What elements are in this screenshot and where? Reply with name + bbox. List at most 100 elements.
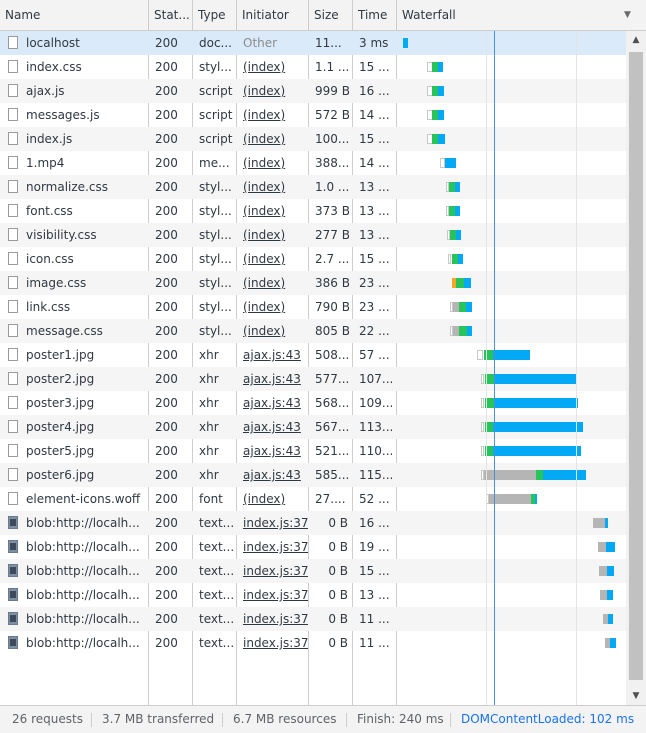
cell-name[interactable]: blob:http://localh... <box>0 583 148 607</box>
cell-name[interactable]: visibility.css <box>0 223 148 247</box>
waterfall-bar-blue[interactable] <box>494 398 578 408</box>
sort-descending-icon[interactable]: ▼ <box>624 0 631 30</box>
waterfall-bar-blue[interactable] <box>467 326 472 336</box>
waterfall-bar-blue[interactable] <box>464 278 471 288</box>
waterfall-bar-wait[interactable] <box>599 566 607 576</box>
cell-name[interactable]: index.js <box>0 127 148 151</box>
cell-initiator[interactable]: index.js:37 <box>237 535 308 559</box>
cell-name[interactable]: poster3.jpg <box>0 391 148 415</box>
waterfall-bar-hollow[interactable] <box>481 398 484 408</box>
waterfall-bar-green[interactable] <box>459 302 466 312</box>
table-row[interactable]: blob:http://localh... 200 text... index.js:… <box>0 631 626 655</box>
table-row[interactable]: icon.css 200 styl... (index) 2.7 ... 15 ... <box>0 247 626 271</box>
waterfall-bar-green[interactable] <box>456 278 464 288</box>
cell-name[interactable]: poster4.jpg <box>0 415 148 439</box>
waterfall-bar-blue[interactable] <box>455 206 460 216</box>
cell-initiator[interactable]: (index) <box>237 175 308 199</box>
waterfall-bar-blue[interactable] <box>438 134 445 144</box>
table-row[interactable]: poster2.jpg 200 xhr ajax.js:43 577... 107... <box>0 367 626 391</box>
waterfall-bar-hollow[interactable] <box>481 446 484 456</box>
cell-initiator[interactable]: ajax.js:43 <box>237 343 308 367</box>
waterfall-bar-blue[interactable] <box>607 566 614 576</box>
cell-initiator[interactable]: (index) <box>237 79 308 103</box>
waterfall-bar-blue[interactable] <box>466 302 472 312</box>
cell-name[interactable]: 1.mp4 <box>0 151 148 175</box>
cell-name[interactable]: icon.css <box>0 247 148 271</box>
cell-name[interactable]: message.css <box>0 319 148 343</box>
cell-initiator[interactable]: (index) <box>237 199 308 223</box>
cell-initiator[interactable]: ajax.js:43 <box>237 415 308 439</box>
table-row[interactable]: ajax.js 200 script (index) 999 B 16 ... <box>0 79 626 103</box>
waterfall-bar-blue[interactable] <box>445 158 456 168</box>
cell-initiator[interactable]: (index) <box>237 319 308 343</box>
table-row[interactable]: blob:http://localh... 200 text... index.js:… <box>0 511 626 535</box>
waterfall-bar-wait[interactable] <box>489 494 531 504</box>
waterfall-bar-blue[interactable] <box>607 590 613 600</box>
table-row[interactable]: element-icons.woff 200 font (index) 27.... 52… <box>0 487 626 511</box>
cell-name[interactable]: messages.js <box>0 103 148 127</box>
table-row[interactable]: poster3.jpg 200 xhr ajax.js:43 568... 109... <box>0 391 626 415</box>
waterfall-bar-blue[interactable] <box>535 494 537 504</box>
waterfall-bar-wait[interactable] <box>593 518 605 528</box>
waterfall-bar-hollow[interactable] <box>481 422 484 432</box>
cell-initiator[interactable]: ajax.js:43 <box>237 391 308 415</box>
cell-name[interactable]: poster1.jpg <box>0 343 148 367</box>
cell-initiator[interactable]: (index) <box>237 487 308 511</box>
table-row[interactable]: message.css 200 styl... (index) 805 B 22 ... <box>0 319 626 343</box>
waterfall-bar-hollow[interactable] <box>481 374 484 384</box>
waterfall-bar-blue[interactable] <box>494 374 577 384</box>
table-row[interactable]: normalize.css 200 styl... (index) 1.0 ... 13 … <box>0 175 626 199</box>
cell-name[interactable]: font.css <box>0 199 148 223</box>
cell-initiator[interactable]: index.js:37 <box>237 631 308 655</box>
cell-initiator[interactable]: (index) <box>237 127 308 151</box>
table-row[interactable]: blob:http://localh... 200 text... index.js:… <box>0 535 626 559</box>
waterfall-bar-blue[interactable] <box>456 230 461 240</box>
waterfall-bar-blue[interactable] <box>610 638 616 648</box>
table-row[interactable]: poster4.jpg 200 xhr ajax.js:43 567... 113... <box>0 415 626 439</box>
waterfall-bar-wait[interactable] <box>600 590 607 600</box>
table-row[interactable]: messages.js 200 script (index) 572 B 14 ... <box>0 103 626 127</box>
table-row[interactable]: link.css 200 styl... (index) 790 B 23 ... <box>0 295 626 319</box>
cell-name[interactable]: normalize.css <box>0 175 148 199</box>
table-row[interactable]: visibility.css 200 styl... (index) 277 B 13 .… <box>0 223 626 247</box>
cell-initiator[interactable]: ajax.js:43 <box>237 439 308 463</box>
cell-name[interactable]: image.css <box>0 271 148 295</box>
table-row[interactable]: blob:http://localh... 200 text... index.js:… <box>0 559 626 583</box>
waterfall-bar-blue[interactable] <box>608 614 613 624</box>
column-header-status[interactable]: Stat... <box>149 0 193 30</box>
table-row[interactable]: blob:http://localh... 200 text... index.js:… <box>0 583 626 607</box>
table-row[interactable]: 1.mp4 200 me... (index) 388... 14 ... <box>0 151 626 175</box>
cell-name[interactable]: blob:http://localh... <box>0 607 148 631</box>
column-header-name[interactable]: Name <box>0 0 148 30</box>
vertical-scrollbar[interactable]: ▲ ▼ <box>626 31 646 705</box>
cell-name[interactable]: blob:http://localh... <box>0 535 148 559</box>
waterfall-bar-hollow[interactable] <box>448 254 451 264</box>
cell-initiator[interactable]: (index) <box>237 103 308 127</box>
column-header-initiator[interactable]: Initiator <box>237 0 309 30</box>
cell-name[interactable]: poster2.jpg <box>0 367 148 391</box>
scroll-up-icon[interactable]: ▲ <box>626 31 646 49</box>
cell-initiator[interactable]: (index) <box>237 151 308 175</box>
table-row[interactable]: poster5.jpg 200 xhr ajax.js:43 521... 110... <box>0 439 626 463</box>
waterfall-bar-blue[interactable] <box>438 62 443 72</box>
cell-initiator[interactable]: index.js:37 <box>237 607 308 631</box>
column-header-time[interactable]: Time <box>353 0 397 30</box>
waterfall-bar-blue[interactable] <box>606 542 615 552</box>
waterfall-bar-blue[interactable] <box>493 350 530 360</box>
cell-initiator[interactable]: (index) <box>237 271 308 295</box>
cell-name[interactable]: ajax.js <box>0 79 148 103</box>
waterfall-bar-blue[interactable] <box>403 38 408 48</box>
waterfall-bar-wait[interactable] <box>484 470 536 480</box>
column-header-size[interactable]: Size <box>309 0 353 30</box>
table-row[interactable]: index.css 200 styl... (index) 1.1 ... 15 ... <box>0 55 626 79</box>
waterfall-bar-blue[interactable] <box>605 518 608 528</box>
waterfall-bar-green[interactable] <box>459 326 467 336</box>
waterfall-bar-hollow[interactable] <box>477 350 483 360</box>
cell-initiator[interactable]: index.js:37 <box>237 559 308 583</box>
waterfall-bar-blue[interactable] <box>455 182 460 192</box>
cell-name[interactable]: blob:http://localh... <box>0 511 148 535</box>
cell-name[interactable]: link.css <box>0 295 148 319</box>
waterfall-bar-wait[interactable] <box>598 542 606 552</box>
cell-name[interactable]: index.css <box>0 55 148 79</box>
waterfall-bar-blue[interactable] <box>493 446 581 456</box>
